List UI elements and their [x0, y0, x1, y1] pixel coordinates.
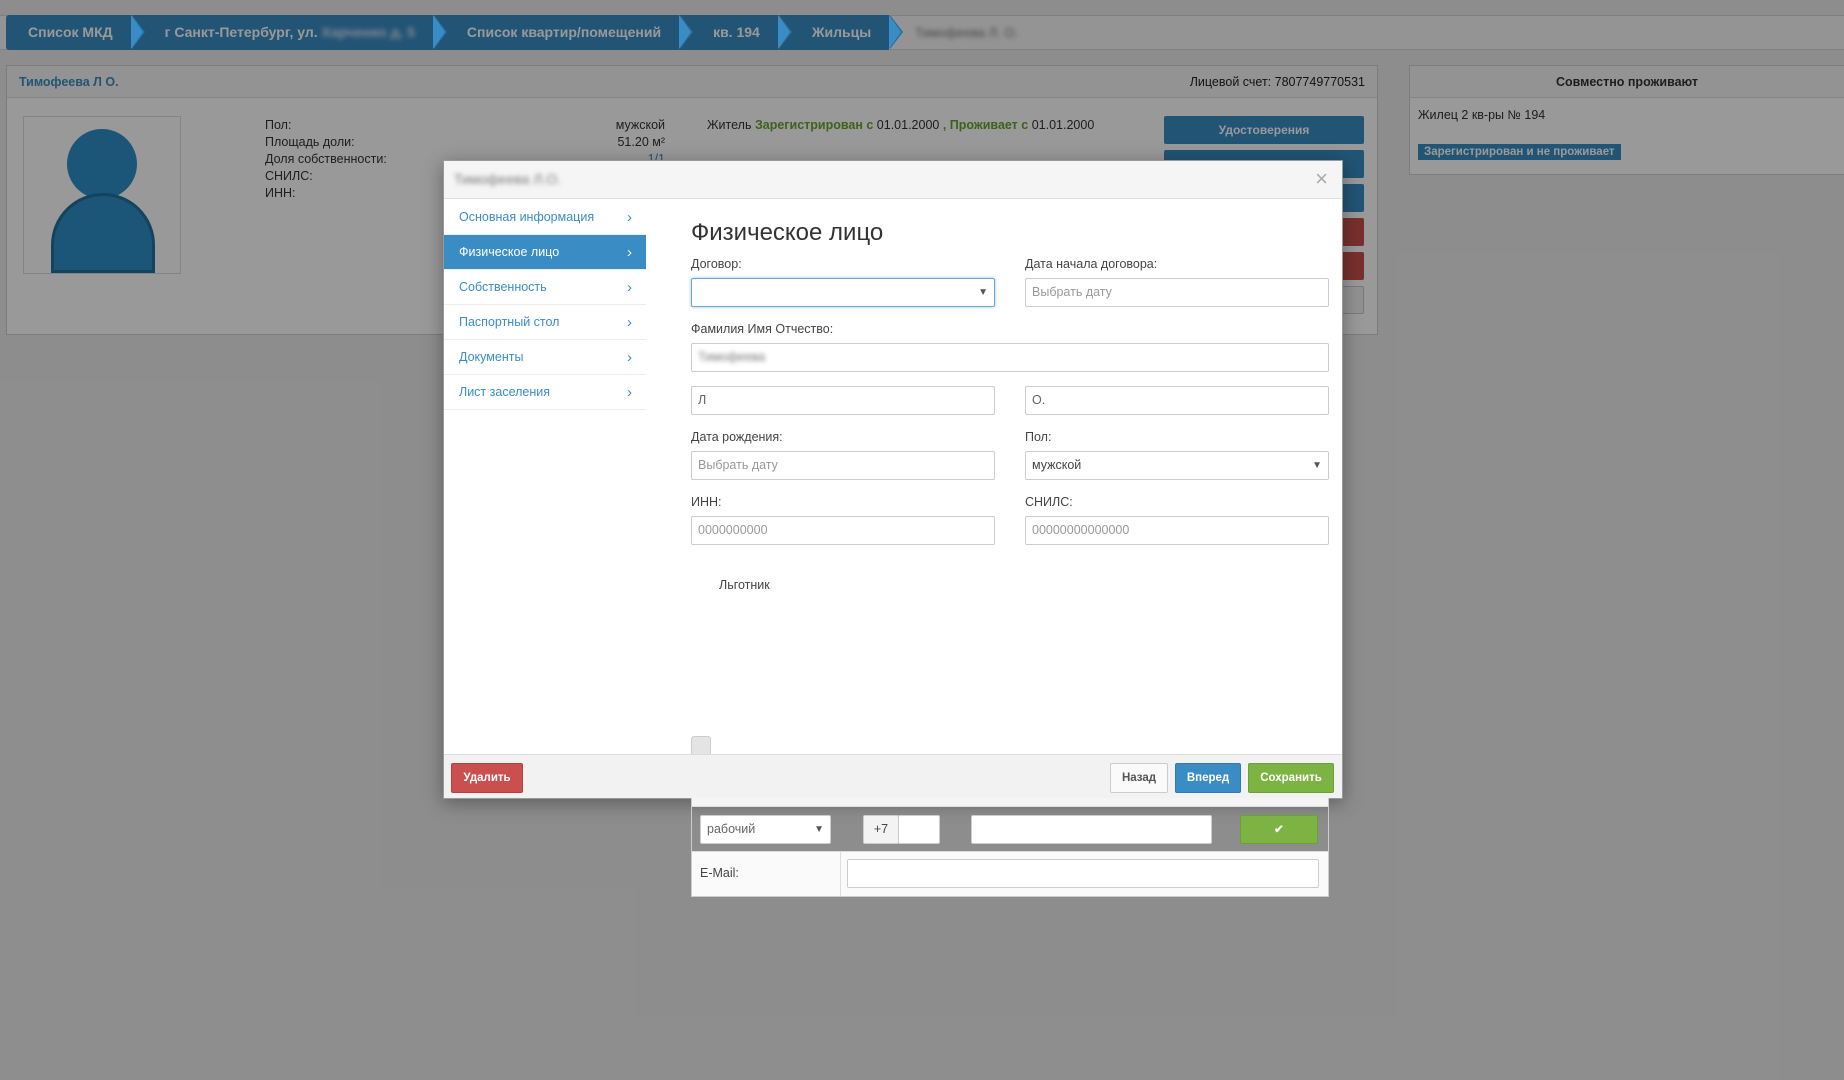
selected-value: рабочий — [707, 822, 756, 836]
placeholder: Выбрать дату — [698, 458, 778, 472]
placeholder: Выбрать дату — [1032, 285, 1112, 299]
modal-header: Тимофеева Л.О. × — [444, 161, 1342, 199]
beneficiary-checkbox[interactable] — [691, 736, 711, 756]
phone-code-input[interactable] — [898, 815, 940, 844]
chevron-right-icon: › — [627, 349, 632, 366]
close-icon[interactable]: × — [1315, 167, 1328, 191]
modal-title: Тимофеева Л.О. — [454, 171, 562, 187]
chevron-right-icon: › — [627, 314, 632, 331]
modal-footer: Удалить Назад Вперед Сохранить — [444, 754, 1342, 798]
add-phone-button[interactable]: ✔ — [1240, 815, 1318, 844]
input-value: Л — [698, 393, 707, 407]
forward-button[interactable]: Вперед — [1175, 763, 1241, 793]
contract-start-input[interactable]: Выбрать дату — [1025, 278, 1329, 307]
chevron-right-icon: › — [627, 279, 632, 296]
chevron-right-icon: › — [627, 209, 632, 226]
nav-label: Лист заселения — [459, 385, 551, 399]
inn-input[interactable]: 0000000000 — [691, 516, 995, 545]
nav-item-physical-person[interactable]: Физическое лицо › — [444, 235, 646, 270]
phone-type-select[interactable]: рабочий ▼ — [700, 815, 831, 844]
contract-select[interactable]: ▼ — [691, 278, 995, 307]
nav-label: Паспортный стол — [459, 315, 560, 329]
phone-row: рабочий ▼ +7 ✔ — [692, 807, 1328, 852]
inn-label: ИНН: — [691, 495, 722, 509]
placeholder: 00000000000000 — [1032, 523, 1130, 537]
nav-label: Физическое лицо — [459, 245, 560, 259]
blurred-surname: Тимофеева — [698, 350, 766, 364]
snils-input[interactable]: 00000000000000 — [1025, 516, 1329, 545]
fio-label: Фамилия Имя Отчество: — [691, 322, 834, 336]
delete-button[interactable]: Удалить — [451, 763, 523, 793]
input-value: О. — [1032, 393, 1046, 407]
first-name-input[interactable]: Л — [691, 386, 995, 415]
nav-item-ownership[interactable]: Собственность › — [444, 270, 646, 305]
caret-down-icon: ▼ — [978, 287, 988, 298]
contract-label: Договор: — [691, 257, 742, 271]
back-button[interactable]: Назад — [1110, 763, 1168, 793]
contract-start-label: Дата начала договора: — [1025, 257, 1158, 271]
phone-number-input[interactable] — [971, 815, 1212, 844]
birth-date-input[interactable]: Выбрать дату — [691, 451, 995, 480]
email-input[interactable] — [847, 859, 1319, 888]
email-divider — [840, 852, 841, 896]
nav-item-settlement-sheet[interactable]: Лист заселения › — [444, 375, 646, 410]
modal-side-nav: Основная информация › Физическое лицо › Со… — [444, 200, 646, 410]
beneficiary-label: Льготник — [719, 578, 770, 592]
gender-select[interactable]: мужской ▼ — [1025, 451, 1329, 480]
chevron-right-icon: › — [627, 244, 632, 261]
physical-person-modal: Тимофеева Л.О. × Основная информация › Фи… — [443, 160, 1343, 897]
nav-item-passport-office[interactable]: Паспортный стол › — [444, 305, 646, 340]
nav-item-main-info[interactable]: Основная информация › — [444, 200, 646, 235]
surname-input[interactable]: Тимофеева — [691, 343, 1329, 372]
gender-label: Пол: — [1025, 430, 1052, 444]
nav-label: Документы — [459, 350, 524, 364]
email-row: E-Mail: — [692, 852, 1328, 896]
email-label: E-Mail: — [700, 866, 739, 880]
patronymic-input[interactable]: О. — [1025, 386, 1329, 415]
birth-date-label: Дата рождения: — [691, 430, 783, 444]
nav-item-documents[interactable]: Документы › — [444, 340, 646, 375]
nav-label: Собственность — [459, 280, 547, 294]
nav-label: Основная информация — [459, 210, 595, 224]
chevron-right-icon: › — [627, 384, 632, 401]
placeholder: 0000000000 — [698, 523, 768, 537]
caret-down-icon: ▼ — [1312, 460, 1322, 471]
caret-down-icon: ▼ — [814, 824, 824, 835]
form-title: Физическое лицо — [691, 219, 884, 246]
snils-label: СНИЛС: — [1025, 495, 1073, 509]
check-icon: ✔ — [1274, 824, 1284, 836]
save-button[interactable]: Сохранить — [1248, 763, 1334, 793]
selected-value: мужской — [1032, 458, 1082, 472]
phone-country-code: +7 — [863, 815, 899, 844]
